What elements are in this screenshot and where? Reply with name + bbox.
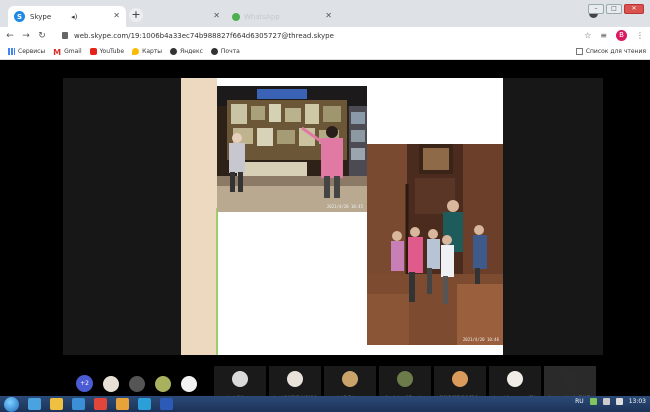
- close-window-button[interactable]: ✕: [624, 4, 644, 14]
- photo-timestamp: 2021/4/20 10:46: [462, 337, 499, 342]
- participant-avatar[interactable]: [155, 375, 171, 392]
- museum-photo-2: 2021/4/20 10:46: [367, 144, 503, 345]
- whatsapp-icon: [232, 12, 240, 21]
- star-icon[interactable]: ☆: [584, 31, 591, 40]
- participant-avatar: [397, 371, 413, 387]
- participant-avatar: [342, 371, 358, 387]
- speaker-icon[interactable]: ◂): [71, 13, 77, 21]
- reading-list-label: Список для чтения: [585, 48, 646, 55]
- screen: S Skype ◂) ✕ + ✕ WhatsApp ✕ – □ ✕ ← → ↻ …: [0, 0, 650, 412]
- museum-photo-2-image: [367, 144, 503, 345]
- bookmark-services[interactable]: Сервисы: [8, 48, 45, 55]
- lock-icon[interactable]: [62, 32, 68, 39]
- bookmark-youtube[interactable]: YouTube: [89, 48, 125, 55]
- menu-icon[interactable]: ⋮: [636, 31, 644, 40]
- windows-taskbar: RU 13:03: [0, 396, 650, 412]
- address-bar-actions: ☆ ≡ B ⋮: [584, 30, 644, 41]
- chrome-icon[interactable]: [94, 398, 107, 410]
- clock[interactable]: 13:03: [629, 398, 646, 405]
- skype-taskbar-icon[interactable]: [138, 398, 151, 410]
- bookmark-label: YouTube: [99, 48, 125, 55]
- more-participants-badge[interactable]: +2: [76, 375, 93, 392]
- maximize-button[interactable]: □: [606, 4, 622, 14]
- close-tab-icon[interactable]: ✕: [113, 11, 120, 20]
- bookmarks-bar: Сервисы M Gmail YouTube Карты Яндекс Поч…: [0, 44, 650, 60]
- network-icon[interactable]: [589, 398, 597, 405]
- back-icon[interactable]: ←: [4, 31, 16, 41]
- system-tray: RU 13:03: [575, 398, 646, 405]
- participant-avatar: [452, 371, 468, 387]
- forward-icon[interactable]: →: [20, 31, 32, 41]
- bookmark-yandex[interactable]: Яндекс: [170, 48, 203, 55]
- flag-icon[interactable]: [615, 398, 623, 405]
- reading-list-icon: [575, 48, 583, 55]
- museum-photo-1-image: [217, 86, 367, 212]
- browser-tab-bar: S Skype ◂) ✕ + ✕ WhatsApp ✕ – □ ✕: [0, 0, 650, 27]
- apps-icon: [8, 48, 15, 55]
- word-icon[interactable]: [160, 398, 173, 410]
- language-indicator[interactable]: RU: [575, 398, 584, 405]
- youtube-icon: [89, 48, 97, 55]
- skype-icon: S: [14, 11, 25, 22]
- bookmark-label: Яндекс: [180, 48, 203, 55]
- media-icon[interactable]: [72, 398, 85, 410]
- start-button[interactable]: [4, 396, 19, 412]
- participant-avatar: [507, 371, 523, 387]
- minimize-button[interactable]: –: [588, 4, 604, 14]
- participant-avatar: [232, 371, 248, 387]
- extensions-icon[interactable]: ≡: [600, 31, 607, 40]
- new-tab-button[interactable]: +: [129, 8, 143, 22]
- bookmark-label: Gmail: [64, 48, 82, 55]
- bookmark-label: Почта: [220, 48, 240, 55]
- reading-list[interactable]: Список для чтения: [575, 48, 646, 55]
- close-tab-icon[interactable]: ✕: [325, 11, 332, 20]
- participant-avatar[interactable]: [103, 375, 119, 392]
- tab-label: WhatsApp: [244, 12, 280, 21]
- bookmark-label: Сервисы: [18, 48, 46, 55]
- bookmark-gmail[interactable]: M Gmail: [53, 48, 82, 57]
- maps-icon: [132, 48, 140, 55]
- yandex-icon: [170, 48, 178, 55]
- tab-skype[interactable]: S Skype ◂) ✕: [8, 6, 126, 27]
- presentation-slide: 2021/4/20 10:45 2021/4/20 10:46: [181, 78, 503, 355]
- ie-icon[interactable]: [28, 398, 41, 410]
- shared-screen: 2021/4/20 10:45 2021/4/20 10:46: [63, 78, 603, 355]
- reload-icon[interactable]: ↻: [36, 31, 48, 41]
- explorer-icon[interactable]: [50, 398, 63, 410]
- app-icon[interactable]: [116, 398, 129, 410]
- url-field[interactable]: web.skype.com/19:1006b4a33ec74b988827f66…: [74, 32, 334, 40]
- slide-accent-line: [216, 208, 218, 355]
- mail-icon: [210, 48, 218, 55]
- address-bar: ← → ↻ web.skype.com/19:1006b4a33ec74b988…: [0, 27, 650, 44]
- museum-photo-1: 2021/4/20 10:45: [217, 86, 367, 212]
- skype-call-area: 2021/4/20 10:45 2021/4/20 10:46 +2: [0, 61, 650, 401]
- slide-border: [181, 78, 217, 355]
- volume-icon[interactable]: [602, 398, 610, 405]
- tab-label: Skype: [30, 12, 52, 21]
- photo-timestamp: 2021/4/20 10:45: [326, 204, 363, 209]
- participant-avatar: [562, 371, 578, 387]
- bookmark-mail[interactable]: Почта: [210, 48, 240, 55]
- tab-whatsapp[interactable]: WhatsApp ✕: [226, 6, 338, 27]
- profile-avatar[interactable]: B: [616, 30, 627, 41]
- bookmark-label: Карты: [142, 48, 163, 55]
- gmail-icon: M: [53, 48, 62, 57]
- window-controls: – □ ✕: [588, 4, 644, 14]
- participant-avatar[interactable]: [181, 375, 197, 392]
- participant-avatar: [287, 371, 303, 387]
- participant-avatar[interactable]: [129, 375, 145, 392]
- bookmark-maps[interactable]: Карты: [132, 48, 162, 55]
- close-tab-icon[interactable]: ✕: [213, 11, 220, 20]
- tab-blank[interactable]: ✕: [146, 6, 226, 27]
